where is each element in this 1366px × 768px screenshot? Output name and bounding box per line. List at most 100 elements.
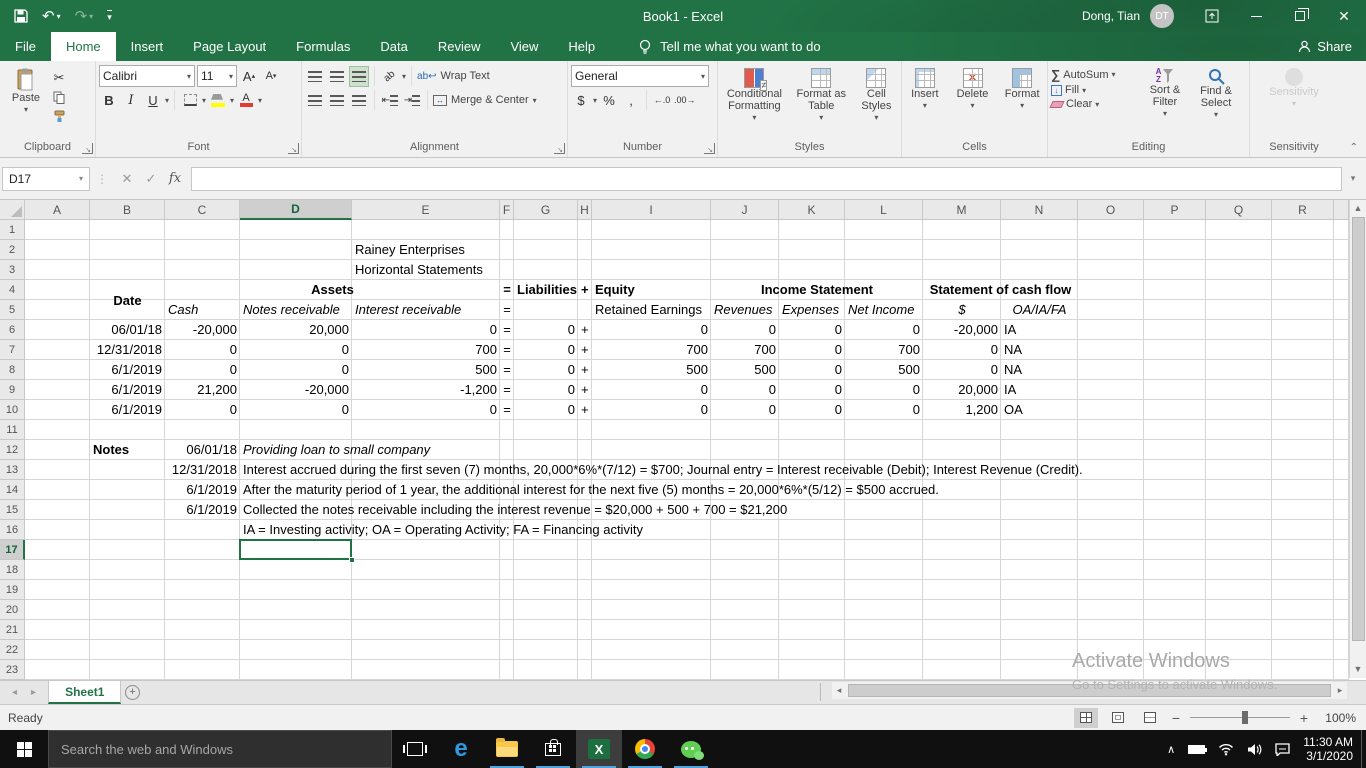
cell-F19[interactable] [500,580,514,600]
cell-value-I9[interactable]: 0 [592,380,711,400]
horizontal-scroll-thumb[interactable] [848,684,1331,697]
cell-J20[interactable] [711,600,779,620]
cell-F1[interactable] [500,220,514,240]
cell-G21[interactable] [514,620,578,640]
cell-A22[interactable] [25,640,90,660]
cell-I1[interactable] [592,220,711,240]
column-header-M[interactable]: M [923,200,1001,220]
cell-J22[interactable] [711,640,779,660]
format-painter-icon[interactable] [49,108,69,124]
cell-A15[interactable] [25,500,90,520]
cell-P16[interactable] [1144,520,1206,540]
cell-value-L7[interactable]: 700 [845,340,923,360]
cell-P12[interactable] [1144,440,1206,460]
cell-F22[interactable] [500,640,514,660]
zoom-level[interactable]: 100% [1318,711,1356,725]
cell-P10[interactable] [1144,400,1206,420]
sort-filter-button[interactable]: AZ Sort & Filter▾ [1139,64,1191,140]
cell-L21[interactable] [845,620,923,640]
wifi-icon[interactable] [1218,743,1234,756]
cell-B14[interactable] [90,480,165,500]
row-header-1[interactable]: 1 [0,220,25,240]
undo-button[interactable]: ↶▾ [42,7,61,25]
cell-value-N6[interactable]: IA [1001,320,1078,340]
cell-L22[interactable] [845,640,923,660]
ribbon-tab-page-layout[interactable]: Page Layout [178,32,281,61]
accounting-format-icon[interactable]: $ [571,90,591,111]
cell-Q6[interactable] [1206,320,1272,340]
cell-value-B7[interactable]: 12/31/2018 [90,340,165,360]
row-header-19[interactable]: 19 [0,580,25,600]
cell-R6[interactable] [1272,320,1334,340]
cell-G5[interactable] [514,300,578,320]
cell-F23[interactable] [500,660,514,680]
cell-H18[interactable] [578,560,592,580]
cell-value-C6[interactable]: -20,000 [165,320,240,340]
cell-value-M5[interactable]: $ [923,300,1001,320]
column-header-A[interactable]: A [25,200,90,220]
cell-partial-23[interactable] [1334,660,1349,680]
cell-A19[interactable] [25,580,90,600]
cell-I23[interactable] [592,660,711,680]
cell-partial-1[interactable] [1334,220,1349,240]
cell-value-I5[interactable]: Retained Earnings [592,300,711,320]
formula-input[interactable] [191,167,1342,191]
cell-H22[interactable] [578,640,592,660]
cell-N12[interactable] [1001,440,1078,460]
cell-value-L5[interactable]: Net Income [845,300,923,320]
vertical-scrollbar[interactable]: ▲ ▼ [1349,200,1366,678]
cell-A10[interactable] [25,400,90,420]
cell-A17[interactable] [25,540,90,560]
cell-value-D9[interactable]: -20,000 [240,380,352,400]
cell-value-K5[interactable]: Expenses [779,300,845,320]
row-header-12[interactable]: 12 [0,440,25,460]
cell-partial-16[interactable] [1334,520,1349,540]
cell-F17[interactable] [500,540,514,560]
tell-me-box[interactable]: Tell me what you want to do [638,32,820,61]
cell-C1[interactable] [165,220,240,240]
cell-D1[interactable] [240,220,352,240]
cell-L3[interactable] [845,260,923,280]
cell-K2[interactable] [779,240,845,260]
underline-button[interactable]: U [143,90,163,111]
cell-partial-10[interactable] [1334,400,1349,420]
cell-value-F10[interactable]: = [500,400,514,420]
sheet-nav-left-icon[interactable]: ◂ [12,687,17,698]
decrease-indent-icon[interactable]: ⇤ [380,90,400,111]
cell-P3[interactable] [1144,260,1206,280]
cell-value-G8[interactable]: 0 [514,360,578,380]
cell-P6[interactable] [1144,320,1206,340]
cell-N11[interactable] [1001,420,1078,440]
cell-O21[interactable] [1078,620,1144,640]
cell-value-E3[interactable]: Horizontal Statements [352,260,500,280]
cell-R22[interactable] [1272,640,1334,660]
row-header-18[interactable]: 18 [0,560,25,580]
cell-K16[interactable] [779,520,845,540]
cell-P9[interactable] [1144,380,1206,400]
cell-N18[interactable] [1001,560,1078,580]
cell-I17[interactable] [592,540,711,560]
cell-Q5[interactable] [1206,300,1272,320]
paste-button[interactable]: Paste▾ [3,64,49,140]
cell-O7[interactable] [1078,340,1144,360]
cell-partial-18[interactable] [1334,560,1349,580]
cell-value-M4[interactable]: Statement of cash flow [923,280,1078,300]
percent-style-icon[interactable]: % [599,90,619,111]
number-format-combo[interactable]: General▾ [571,65,709,87]
cell-G3[interactable] [514,260,578,280]
cell-value-G6[interactable]: 0 [514,320,578,340]
orientation-dropdown-icon[interactable]: ▾ [402,72,406,81]
cell-partial-7[interactable] [1334,340,1349,360]
cell-E22[interactable] [352,640,500,660]
delete-cells-button[interactable]: ✕ Delete▾ [953,64,993,140]
fill-color-icon[interactable] [208,90,228,111]
name-box[interactable]: D17▾ [2,167,90,191]
cell-value-E10[interactable]: 0 [352,400,500,420]
cell-Q15[interactable] [1206,500,1272,520]
cell-value-J5[interactable]: Revenues [711,300,779,320]
cell-G2[interactable] [514,240,578,260]
cell-G22[interactable] [514,640,578,660]
cell-value-N5[interactable]: OA/IA/FA [1001,300,1078,320]
cell-partial-15[interactable] [1334,500,1349,520]
cell-M16[interactable] [923,520,1001,540]
